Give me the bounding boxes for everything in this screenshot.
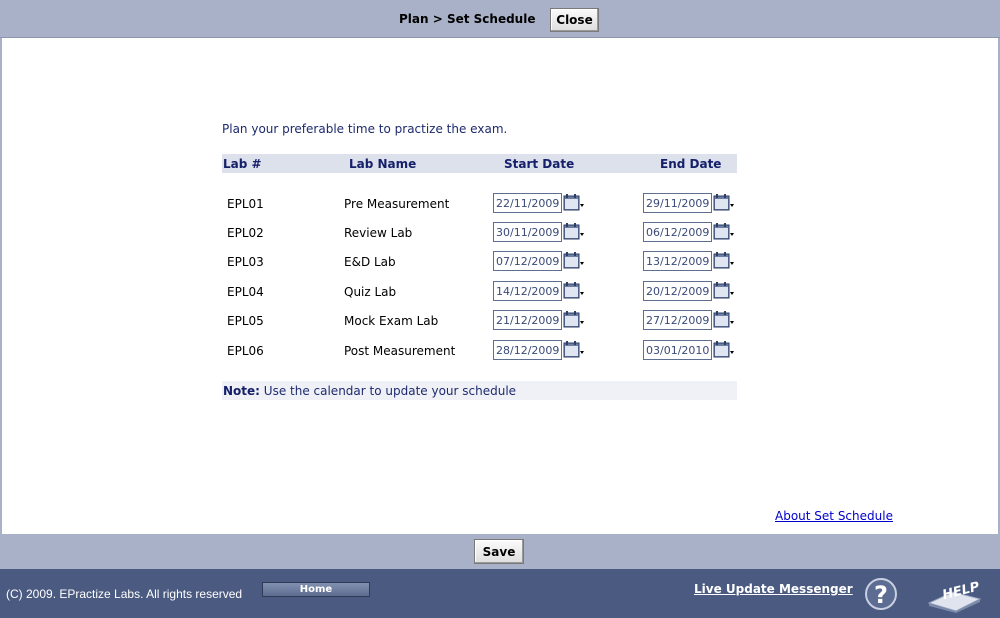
- calendar-icon[interactable]: [713, 310, 735, 330]
- lab-name: Mock Exam Lab: [344, 314, 439, 328]
- lab-code: EPL03: [227, 255, 264, 269]
- help-book-icon[interactable]: HELP: [926, 575, 982, 613]
- table-header: Lab # Lab Name Start Date End Date: [222, 154, 737, 173]
- start-date-input[interactable]: [493, 193, 562, 213]
- lab-code: EPL06: [227, 344, 264, 358]
- close-button[interactable]: Close: [550, 8, 599, 32]
- calendar-icon[interactable]: [713, 251, 735, 271]
- start-date-input[interactable]: [493, 340, 562, 360]
- table-row: EPL04 Quiz Lab: [222, 280, 737, 304]
- lab-code: EPL01: [227, 197, 264, 211]
- question-mark-glyph: ?: [874, 581, 888, 609]
- calendar-icon[interactable]: [563, 340, 585, 360]
- lab-name: Review Lab: [344, 226, 413, 240]
- footer: (C) 2009. EPractize Labs. All rights res…: [0, 569, 1000, 618]
- end-date-input[interactable]: [643, 281, 712, 301]
- calendar-icon[interactable]: [563, 193, 585, 213]
- save-button[interactable]: Save: [474, 539, 524, 564]
- note-text: Use the calendar to update your schedule: [259, 384, 517, 398]
- schedule-note: Note: Use the calendar to update your sc…: [222, 381, 737, 400]
- calendar-icon[interactable]: [563, 222, 585, 242]
- table-row: EPL06 Post Measurement: [222, 339, 737, 363]
- lab-code: EPL05: [227, 314, 264, 328]
- end-date-input[interactable]: [643, 222, 712, 242]
- lab-name: Pre Measurement: [344, 197, 450, 211]
- intro-text: Plan your preferable time to practize th…: [222, 122, 508, 136]
- save-bar: Save: [0, 534, 1000, 569]
- start-date-input[interactable]: [493, 310, 562, 330]
- lab-code: EPL04: [227, 285, 264, 299]
- calendar-icon[interactable]: [713, 193, 735, 213]
- end-date-input[interactable]: [643, 340, 712, 360]
- table-row: EPL01 Pre Measurement: [222, 192, 737, 216]
- table-row: EPL05 Mock Exam Lab: [222, 309, 737, 333]
- about-set-schedule-link[interactable]: About Set Schedule: [775, 509, 893, 523]
- top-bar: Plan > Set Schedule Close: [0, 0, 1000, 38]
- calendar-icon[interactable]: [563, 281, 585, 301]
- column-header-lab-name: Lab Name: [349, 157, 417, 171]
- lab-code: EPL02: [227, 226, 264, 240]
- column-header-lab: Lab #: [223, 157, 262, 171]
- start-date-input[interactable]: [493, 251, 562, 271]
- end-date-input[interactable]: [643, 251, 712, 271]
- start-date-input[interactable]: [493, 222, 562, 242]
- home-button[interactable]: Home: [262, 582, 370, 597]
- calendar-icon[interactable]: [713, 340, 735, 360]
- set-schedule-window: Plan > Set Schedule Close Plan your pref…: [0, 0, 1000, 618]
- column-header-end-date: End Date: [660, 157, 722, 171]
- copyright-text: (C) 2009. EPractize Labs. All rights res…: [6, 587, 243, 601]
- calendar-icon[interactable]: [713, 222, 735, 242]
- calendar-icon[interactable]: [713, 281, 735, 301]
- table-row: EPL02 Review Lab: [222, 221, 737, 245]
- lab-name: Quiz Lab: [344, 285, 397, 299]
- end-date-input[interactable]: [643, 193, 712, 213]
- table-row: EPL03 E&D Lab: [222, 250, 737, 274]
- lab-name: E&D Lab: [344, 255, 396, 269]
- end-date-input[interactable]: [643, 310, 712, 330]
- live-update-messenger-link[interactable]: Live Update Messenger: [694, 582, 853, 596]
- column-header-start-date: Start Date: [504, 157, 575, 171]
- calendar-icon[interactable]: [563, 251, 585, 271]
- page-title: Plan > Set Schedule: [399, 12, 536, 26]
- question-mark-icon[interactable]: ?: [864, 577, 898, 611]
- lab-name: Post Measurement: [344, 344, 456, 358]
- calendar-icon[interactable]: [563, 310, 585, 330]
- note-label: Note:: [223, 384, 260, 398]
- start-date-input[interactable]: [493, 281, 562, 301]
